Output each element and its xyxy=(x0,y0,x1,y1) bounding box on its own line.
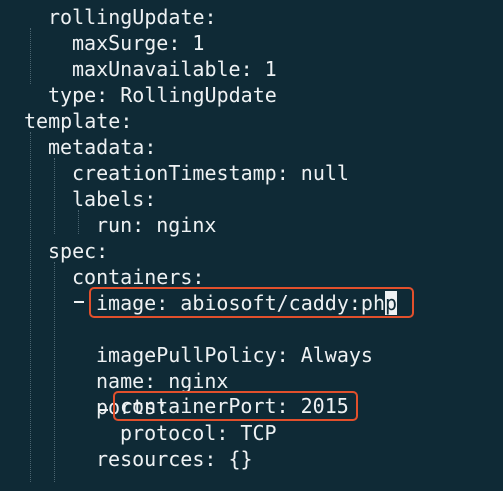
code-line: resources: {} xyxy=(96,447,253,471)
indent-guide xyxy=(54,262,55,482)
code-line: labels: xyxy=(72,187,157,211)
code-line: rollingUpdate: xyxy=(48,5,217,29)
image-highlight-box xyxy=(89,287,414,318)
code-line: protocol: TCP xyxy=(120,421,277,445)
code-line: type: RollingUpdate xyxy=(48,83,277,107)
indent-guide xyxy=(78,210,79,234)
container-port-highlight-box xyxy=(113,391,358,421)
code-line: template: xyxy=(24,109,133,133)
terminal-editor[interactable]: rollingUpdate: maxSurge: 1 maxUnavailabl… xyxy=(0,0,503,491)
code-line: metadata: xyxy=(48,135,157,159)
list-dash xyxy=(98,409,108,411)
code-line: maxSurge: 1 xyxy=(72,31,205,55)
list-dash xyxy=(74,301,84,303)
code-line: maxUnavailable: 1 xyxy=(72,57,277,81)
code-line: run: nginx xyxy=(96,213,217,237)
code-line: creationTimestamp: null xyxy=(72,161,349,185)
indent-guide xyxy=(30,132,31,482)
code-line: spec: xyxy=(48,239,109,263)
code-line: imagePullPolicy: Always xyxy=(96,343,373,367)
indent-guide xyxy=(54,158,55,234)
indent-guide xyxy=(30,28,31,84)
